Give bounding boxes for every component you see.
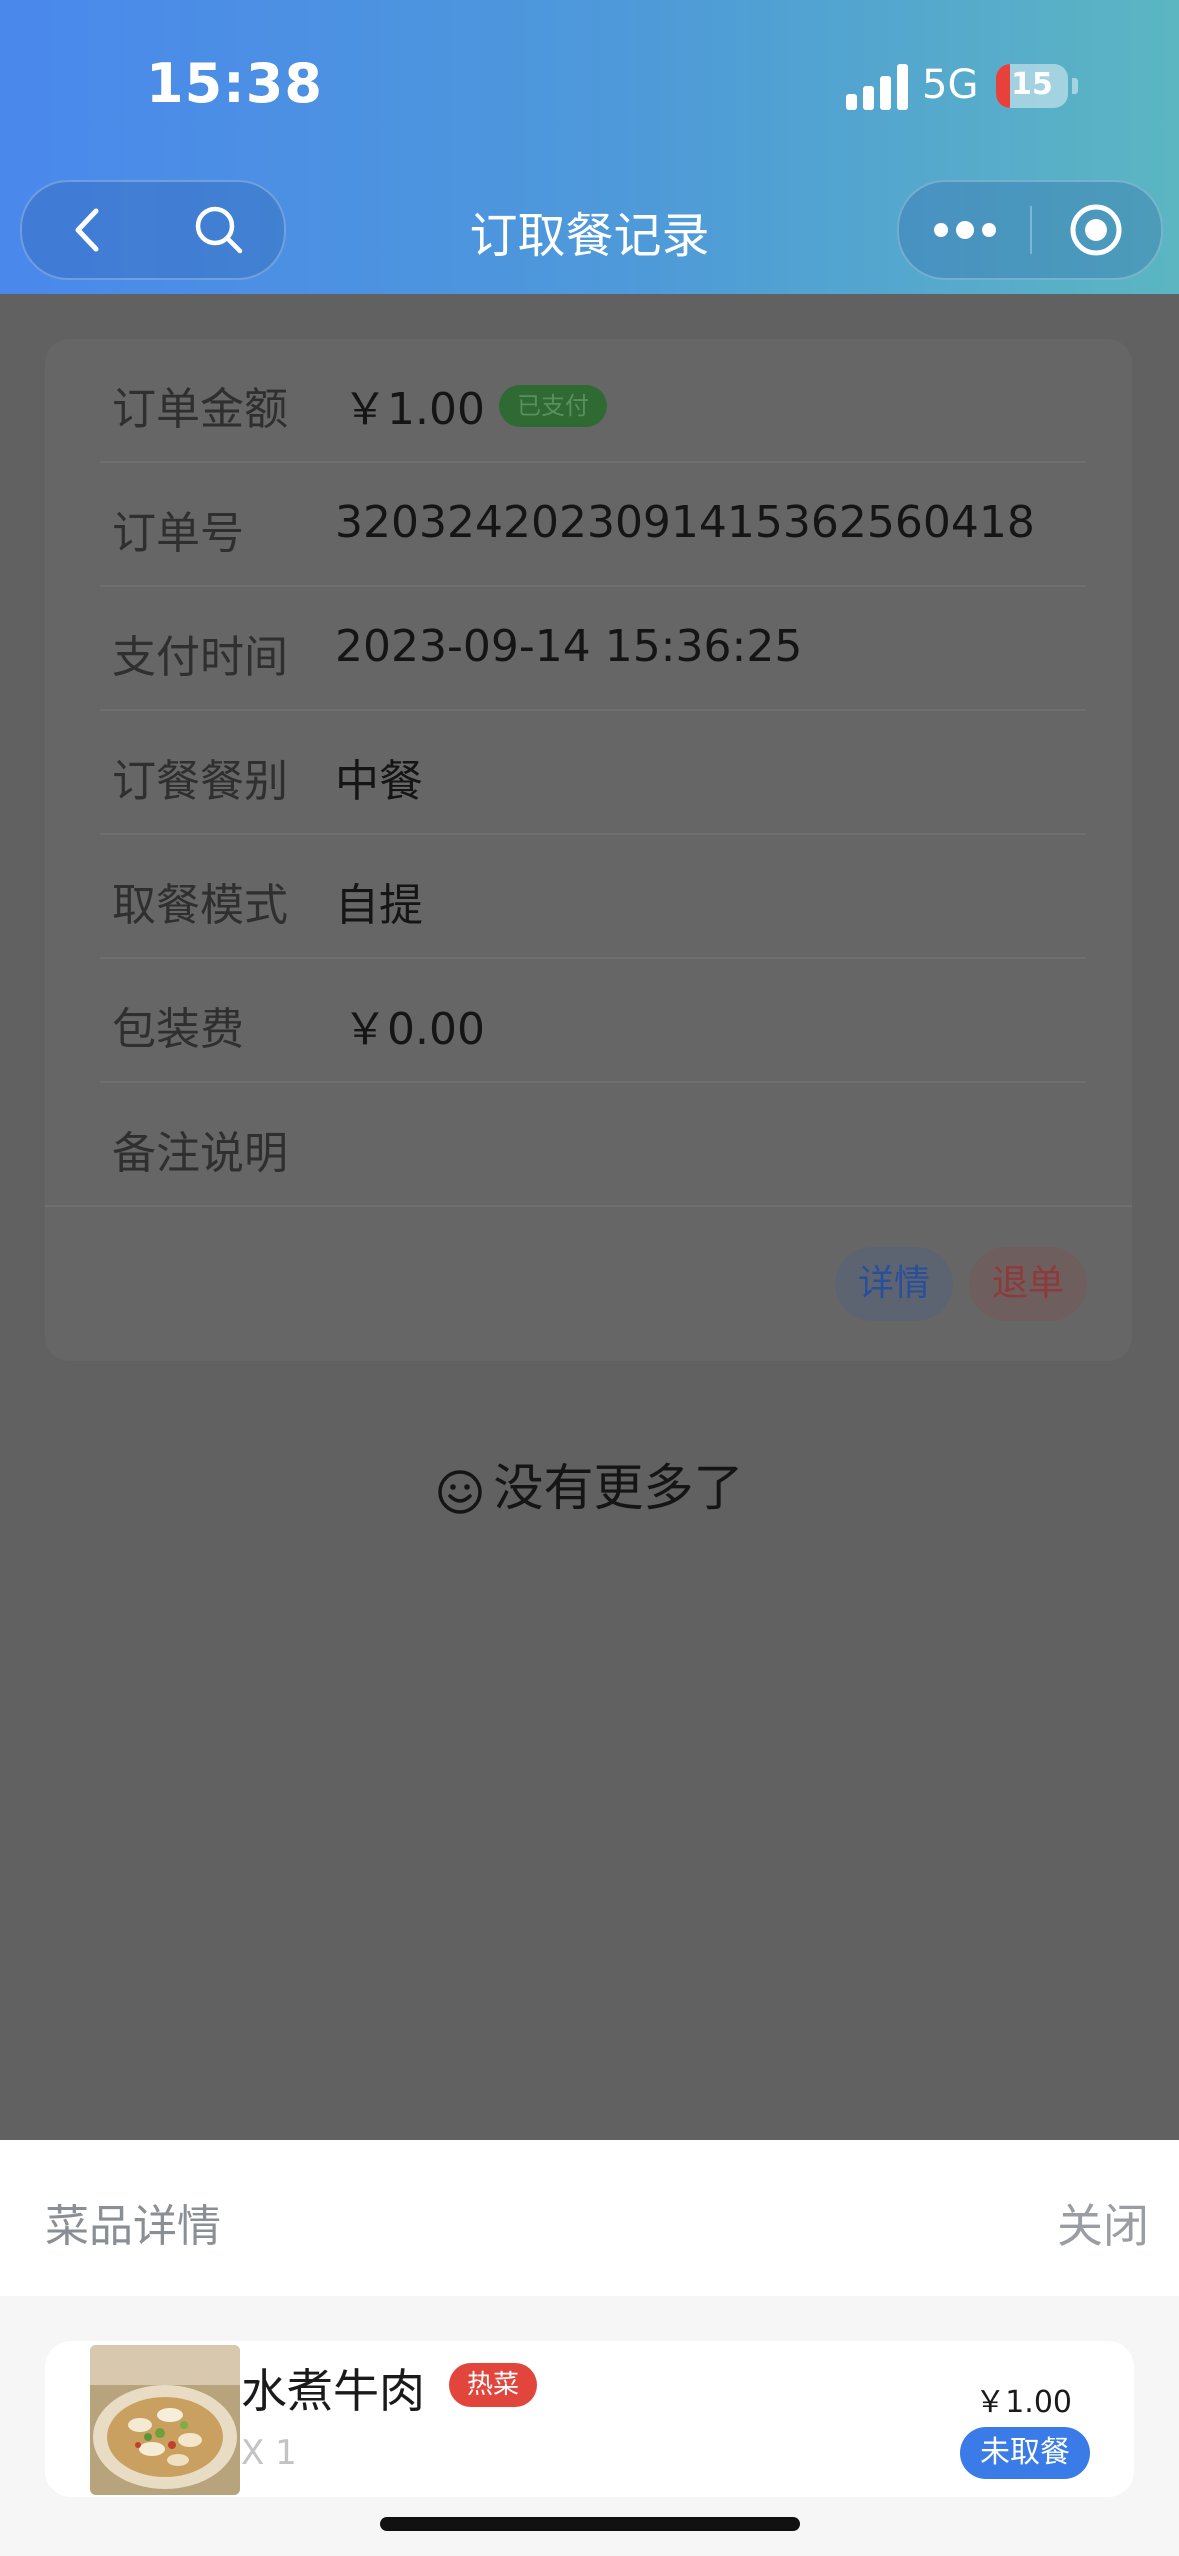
order-row-number: 订单号 3203242023091415362560418 — [45, 463, 1132, 587]
no-more-text: 没有更多了 — [493, 1459, 744, 1517]
sheet-header: 菜品详情 关闭 — [0, 2140, 1179, 2296]
order-row-pickup: 取餐模式 自提 — [45, 835, 1132, 959]
order-row-amount: 订单金额 ￥1.00 已支付 — [45, 339, 1132, 463]
sheet-title: 菜品详情 — [45, 2201, 221, 2252]
order-row-packing: 包装费 ￥0.00 — [45, 959, 1132, 1083]
status-time: 15:38 — [146, 52, 323, 115]
order-row-remark: 备注说明 — [45, 1083, 1132, 1207]
dish-detail-sheet: 菜品详情 关闭 水煮牛肉 热菜 X 1 ￥1.00 未取餐 — [0, 2140, 1179, 2556]
meal-value: 中餐 — [335, 756, 423, 807]
battery-icon: 15 — [996, 64, 1068, 108]
paid-badge: 已支付 — [499, 385, 607, 427]
amount-value: ￥1.00 — [343, 384, 485, 435]
order-number-value: 3203242023091415362560418 — [335, 497, 1035, 548]
paytime-value: 2023-09-14 15:36:25 — [335, 621, 803, 672]
no-more-hint: 没有更多了 — [0, 1448, 1179, 1520]
pickup-label: 取餐模式 — [112, 880, 288, 931]
dish-image — [90, 2345, 240, 2495]
detail-button[interactable]: 详情 — [835, 1247, 953, 1321]
capsule-close-button[interactable] — [1030, 182, 1161, 278]
meal-label: 订餐餐别 — [112, 756, 288, 807]
pickup-status-badge[interactable]: 未取餐 — [960, 2427, 1090, 2479]
dish-item[interactable]: 水煮牛肉 热菜 X 1 ￥1.00 未取餐 — [45, 2341, 1134, 2497]
order-row-meal: 订餐餐别 中餐 — [45, 711, 1132, 835]
home-indicator — [380, 2517, 800, 2531]
smile-icon — [437, 1469, 482, 1514]
order-row-paytime: 支付时间 2023-09-14 15:36:25 — [45, 587, 1132, 711]
battery-cap — [1072, 78, 1078, 94]
dish-quantity: X 1 — [241, 2433, 297, 2473]
header-bar: 15:38 5G 15 订取餐记录 — [0, 0, 1179, 294]
remark-label: 备注说明 — [112, 1128, 288, 1179]
refund-button[interactable]: 退单 — [969, 1247, 1087, 1321]
nav-right-capsule — [897, 180, 1163, 280]
network-type: 5G — [922, 62, 979, 108]
dish-price: ￥1.00 — [975, 2385, 1072, 2420]
dish-category-tag: 热菜 — [449, 2363, 538, 2407]
packing-value: ￥0.00 — [343, 1004, 485, 1055]
packing-label: 包装费 — [112, 1004, 244, 1055]
paytime-label: 支付时间 — [112, 632, 288, 683]
pickup-value: 自提 — [335, 880, 423, 931]
more-button[interactable] — [899, 182, 1030, 278]
battery-level: 15 — [1011, 67, 1053, 102]
dish-name: 水煮牛肉 — [241, 2364, 425, 2418]
sheet-close-button[interactable]: 关闭 — [1057, 2190, 1149, 2256]
order-card: 订单金额 ￥1.00 已支付 订单号 320324202309141536256… — [45, 339, 1132, 1361]
signal-icon — [846, 64, 908, 110]
amount-label: 订单金额 — [112, 384, 288, 435]
order-number-label: 订单号 — [112, 508, 244, 559]
record-icon — [1070, 204, 1121, 256]
more-icon — [933, 221, 996, 239]
